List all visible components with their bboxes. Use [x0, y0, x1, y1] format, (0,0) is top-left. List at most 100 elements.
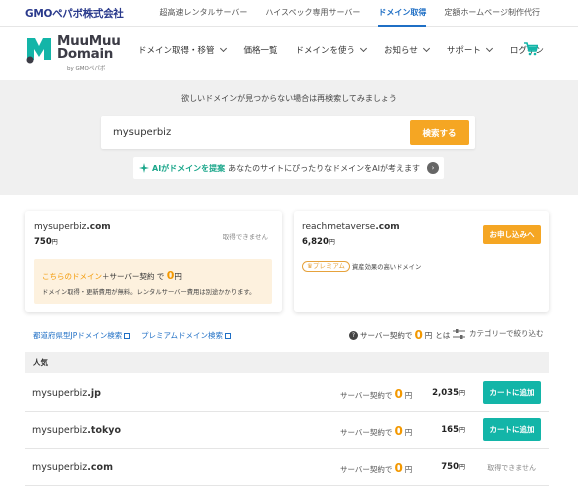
nav-news[interactable]: お知らせ [384, 44, 430, 56]
search-band: 欲しいドメインが見つからない場合は再検索してみましょう 検索する AIがドメイン… [0, 80, 578, 195]
logo-line-2: Domain [57, 46, 114, 62]
top-links: 超高速レンタルサーバー ハイスペック専用サーバー ドメイン取得 定額ホームページ… [142, 0, 540, 27]
promo-prefix: こちらのドメイン [42, 272, 102, 281]
cart-icon[interactable] [524, 42, 538, 56]
domain-name: mysuperbiz [32, 462, 88, 473]
row-server-offer: サーバー契約で 0 円 [340, 424, 412, 438]
nav-domain-acquire[interactable]: ドメイン取得・移管 [138, 44, 227, 56]
row-server-offer: サーバー契約で 0 円 [340, 461, 412, 475]
link-label: プレミアムドメイン検索 [141, 331, 223, 340]
chevron-down-icon [485, 44, 493, 52]
domain-tld: .tokyo [87, 425, 122, 436]
server-zero: 0 [394, 387, 403, 401]
price-value: 750 [441, 462, 459, 472]
server-zero: 0 [394, 461, 403, 475]
unavailable-label: 取得できません [487, 464, 536, 472]
nav-label: ドメインを使う [295, 45, 356, 56]
domain-search-input[interactable] [113, 116, 393, 149]
chevron-down-icon [422, 44, 430, 52]
nav-label: 価格一覧 [243, 45, 278, 56]
promo-unit: 円 [174, 272, 182, 281]
domain-name: reachmetaverse [302, 222, 376, 232]
ai-suggest-link[interactable]: AIがドメインを提案 あなたのサイトにぴったりなドメインをAIが考えます › [133, 157, 444, 179]
server-prefix: サーバー契約で [360, 330, 413, 340]
domain-name: mysuperbiz [32, 388, 88, 399]
category-filter-button[interactable]: カテゴリーで絞り込む [453, 328, 544, 339]
price-value: 750 [34, 237, 52, 247]
price-unit: 円 [328, 239, 335, 246]
nav-price-list[interactable]: 価格一覧 [244, 44, 278, 56]
row-domain: mysuperbiz.tokyo [32, 425, 121, 436]
server-suffix: とは [435, 330, 451, 340]
muumuu-logo-icon[interactable] [25, 34, 53, 64]
filter-label: カテゴリーで絞り込む [469, 329, 544, 338]
toplink-rental-server[interactable]: 超高速レンタルサーバー [160, 0, 248, 26]
toplink-dedicated-server[interactable]: ハイスペック専用サーバー [265, 0, 360, 26]
price-unit: 円 [458, 464, 465, 471]
ai-suggest-label: AIがドメインを提案 [152, 163, 226, 173]
logo-text[interactable]: MuuMuu Domain [57, 34, 121, 62]
row-price: 750円 [441, 462, 465, 472]
toplink-homepage-service[interactable]: 定額ホームページ制作代行 [444, 0, 540, 26]
row-price: 2,035円 [432, 388, 465, 398]
jp-domain-search-link[interactable]: 都道府県型JPドメイン検索 [33, 330, 131, 341]
domain-name: mysuperbiz [32, 425, 88, 436]
search-button[interactable]: 検索する [410, 120, 469, 145]
chevron-down-icon [360, 44, 368, 52]
gmo-brand-logo[interactable]: GMOペパボ株式会社 [25, 6, 124, 21]
logo-subtitle: by GMOペパボ [67, 66, 106, 72]
price-value: 165 [441, 425, 459, 435]
server-text: サーバー契約で [340, 465, 393, 474]
result-card-premium: reachmetaverse.com 6,820円 お申し込みへ ♛プレミアム … [294, 211, 549, 312]
primary-price: 750円 [34, 237, 58, 247]
premium-badge: ♛プレミアム [302, 261, 350, 272]
apply-button[interactable]: お申し込みへ [483, 225, 541, 244]
question-icon: ? [349, 330, 358, 340]
arrow-right-icon: › [427, 162, 439, 174]
search-hint: 欲しいドメインが見つからない場合は再検索してみましょう [181, 94, 397, 103]
external-link-icon [124, 333, 131, 339]
nav-support[interactable]: サポート [446, 44, 493, 56]
table-row: mysuperbiz.tokyo サーバー契約で 0 円 165円 カートに追加 [25, 412, 549, 449]
server-text: サーバー契約で [340, 391, 393, 400]
unavailable-label: 取得できません [222, 233, 268, 241]
row-server-offer: サーバー契約で 0 円 [340, 387, 412, 401]
nav-use-domain[interactable]: ドメインを使う [295, 44, 368, 56]
site-header: MuuMuu Domain by GMOペパボ ドメイン取得・移管 価格一覧 ド… [0, 27, 578, 80]
add-to-cart-button[interactable]: カートに追加 [483, 418, 541, 441]
search-box: 検索する [101, 116, 475, 149]
price-value: 6,820 [302, 237, 329, 247]
premium-domain: reachmetaverse.com [302, 222, 400, 232]
price-value: 2,035 [432, 388, 459, 398]
badge-label: プレミアム [312, 262, 345, 270]
server-zero: 0 [394, 424, 403, 438]
server-zero: 0 [414, 328, 423, 342]
domain-tld: .com [86, 222, 111, 232]
table-row: mysuperbiz.com サーバー契約で 0 円 750円 取得できません [25, 449, 549, 486]
ai-suggest-text: あなたのサイトにぴったりなドメインをAIが考えます [228, 163, 421, 173]
server-bundle-promo: こちらのドメイン＋サーバー契約 で 0円 ドメイン取得・更新費用が無料。レンタル… [34, 259, 272, 304]
popular-section-heading: 人気 [25, 352, 549, 373]
primary-domain: mysuperbiz.com [34, 222, 111, 232]
promo-mid: ＋サーバー契約 で [102, 272, 165, 281]
price-unit: 円 [458, 390, 465, 397]
server-zero-info-link[interactable]: ? サーバー契約で 0円 とは [349, 328, 450, 342]
row-price: 165円 [441, 425, 465, 435]
table-row: mysuperbiz.jp サーバー契約で 0 円 2,035円 カートに追加 [25, 375, 549, 412]
top-bar: GMOペパボ株式会社 超高速レンタルサーバー ハイスペック専用サーバー ドメイン… [0, 0, 578, 27]
nav-label: お知らせ [384, 45, 418, 56]
premium-domain-search-link[interactable]: プレミアムドメイン検索 [141, 330, 231, 341]
add-to-cart-button[interactable]: カートに追加 [483, 381, 541, 404]
external-link-icon [224, 333, 231, 339]
row-domain: mysuperbiz.jp [32, 388, 101, 399]
price-unit: 円 [51, 239, 58, 246]
nav-label: サポート [446, 45, 481, 56]
zero-unit: 円 [404, 465, 413, 474]
server-unit: 円 [424, 330, 433, 340]
domain-tld: .com [375, 222, 400, 232]
server-text: サーバー契約で [340, 428, 393, 437]
promo-headline: こちらのドメイン＋サーバー契約 で 0円 [42, 269, 182, 282]
zero-unit: 円 [404, 428, 413, 437]
zero-unit: 円 [404, 391, 413, 400]
toplink-domain[interactable]: ドメイン取得 [378, 0, 427, 27]
